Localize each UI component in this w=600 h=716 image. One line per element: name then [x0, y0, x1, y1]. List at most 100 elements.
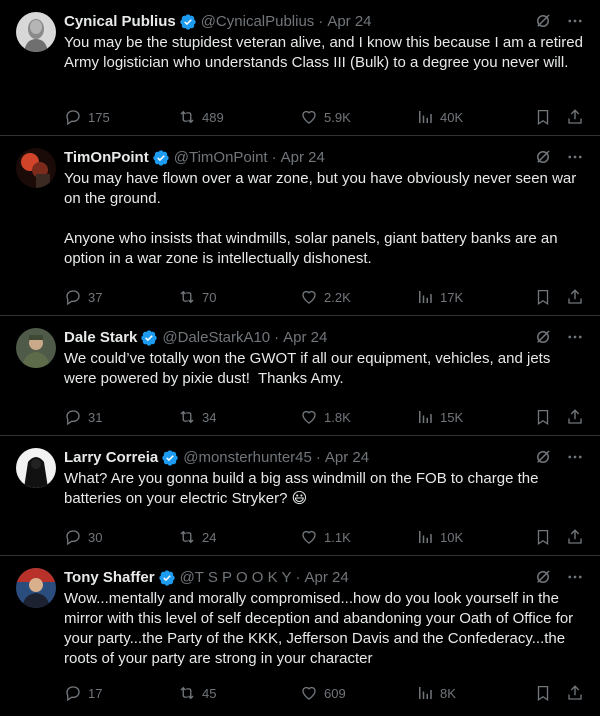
- share-button[interactable]: [566, 528, 584, 546]
- repost-button[interactable]: 489: [178, 108, 224, 126]
- timestamp[interactable]: Apr 24: [305, 568, 349, 588]
- views-button[interactable]: 15K: [416, 408, 463, 426]
- grok-icon[interactable]: [534, 12, 552, 30]
- tweet-text: We could’ve totally won the GWOT if all …: [64, 350, 555, 387]
- verified-badge-icon: [140, 329, 158, 347]
- share-button[interactable]: [566, 108, 584, 126]
- avatar[interactable]: [16, 12, 56, 52]
- like-count: 5.9K: [324, 109, 351, 125]
- bookmark-button[interactable]: [534, 684, 552, 702]
- grok-icon[interactable]: [534, 448, 552, 466]
- like-count: 609: [324, 685, 346, 701]
- grok-icon[interactable]: [534, 568, 552, 586]
- reply-button[interactable]: 17: [64, 684, 102, 702]
- author-name[interactable]: Tony Shaffer: [64, 568, 155, 588]
- reply-icon: [66, 686, 80, 702]
- views-button[interactable]: 40K: [416, 108, 463, 126]
- more-options-icon[interactable]: [566, 448, 584, 466]
- like-button[interactable]: 1.8K: [300, 408, 351, 426]
- bookmark-button[interactable]: [534, 288, 552, 306]
- views-button[interactable]: 8K: [416, 684, 456, 702]
- author-name[interactable]: Cynical Publius: [64, 12, 176, 32]
- author-handle[interactable]: @DaleStarkA10: [162, 328, 270, 348]
- tweet[interactable]: Tony Shaffer @T S P O O K Y · Apr 24 Wow…: [0, 556, 600, 716]
- views-icon: [419, 531, 432, 543]
- view-count: 15K: [440, 409, 464, 425]
- tweet[interactable]: Dale Stark @DaleStarkA10 · Apr 24 We cou…: [0, 316, 600, 436]
- like-count: 1.8K: [324, 409, 351, 425]
- repost-icon: [180, 110, 194, 124]
- grok-icon[interactable]: [534, 328, 552, 346]
- heart-icon: [302, 290, 316, 304]
- grok-icon[interactable]: [534, 148, 552, 166]
- repost-button[interactable]: 24: [178, 528, 216, 546]
- view-count: 10K: [440, 529, 464, 545]
- heart-icon: [302, 110, 316, 124]
- reply-icon: [66, 410, 80, 426]
- author-name[interactable]: TimOnPoint: [64, 148, 149, 168]
- timestamp[interactable]: Apr 24: [327, 12, 371, 32]
- bookmark-button[interactable]: [534, 108, 552, 126]
- tweet[interactable]: Larry Correia @monsterhunter45 · Apr 24 …: [0, 436, 600, 556]
- repost-button[interactable]: 34: [178, 408, 216, 426]
- tweet[interactable]: Cynical Publius @CynicalPublius · Apr 24…: [0, 0, 600, 136]
- reply-icon: [66, 110, 80, 126]
- share-button[interactable]: [566, 408, 584, 426]
- separator-dot: ·: [274, 329, 280, 346]
- views-icon: [419, 411, 432, 423]
- timestamp[interactable]: Apr 24: [325, 448, 369, 468]
- tweet-text: You may have flown over a war zone, but …: [64, 170, 577, 267]
- views-button[interactable]: 17K: [416, 288, 463, 306]
- author-name[interactable]: Dale Stark: [64, 328, 137, 348]
- like-button[interactable]: 1.1K: [300, 528, 351, 546]
- avatar[interactable]: [16, 448, 56, 488]
- views-icon: [419, 111, 432, 123]
- share-icon: [568, 109, 582, 124]
- share-button[interactable]: [566, 288, 584, 306]
- reply-button[interactable]: 37: [64, 288, 102, 306]
- timestamp[interactable]: Apr 24: [283, 328, 327, 348]
- like-button[interactable]: 2.2K: [300, 288, 351, 306]
- repost-icon: [180, 686, 194, 700]
- tweet-text: You may be the stupidest veteran alive, …: [64, 34, 587, 71]
- tweet[interactable]: TimOnPoint @TimOnPoint · Apr 24 You may …: [0, 136, 600, 316]
- tweet-text: What? Are you gonna build a big ass wind…: [64, 470, 543, 507]
- views-icon: [419, 291, 432, 303]
- like-count: 2.2K: [324, 289, 351, 305]
- author-handle[interactable]: @T S P O O K Y: [180, 568, 292, 588]
- more-options-icon[interactable]: [566, 328, 584, 346]
- share-icon: [568, 289, 582, 304]
- avatar[interactable]: [16, 568, 56, 608]
- author-name[interactable]: Larry Correia: [64, 448, 158, 468]
- repost-count: 24: [202, 529, 217, 545]
- reply-button[interactable]: 30: [64, 528, 102, 546]
- bookmark-button[interactable]: [534, 408, 552, 426]
- reply-count: 17: [88, 685, 103, 701]
- more-options-icon[interactable]: [566, 148, 584, 166]
- reply-button[interactable]: 175: [64, 108, 110, 126]
- repost-count: 34: [202, 409, 217, 425]
- views-button[interactable]: 10K: [416, 528, 463, 546]
- verified-badge-icon: [152, 149, 170, 167]
- avatar[interactable]: [16, 148, 56, 188]
- repost-count: 45: [202, 685, 217, 701]
- timestamp[interactable]: Apr 24: [281, 148, 325, 168]
- verified-badge-icon: [158, 569, 176, 587]
- repost-button[interactable]: 45: [178, 684, 216, 702]
- like-button[interactable]: 609: [300, 684, 346, 702]
- bookmark-button[interactable]: [534, 528, 552, 546]
- share-button[interactable]: [566, 684, 584, 702]
- like-count: 1.1K: [324, 529, 351, 545]
- tweet-text: Wow...mentally and morally compromised..…: [64, 590, 578, 667]
- more-options-icon[interactable]: [566, 12, 584, 30]
- more-options-icon[interactable]: [566, 568, 584, 586]
- reply-button[interactable]: 31: [64, 408, 102, 426]
- author-handle[interactable]: @monsterhunter45: [183, 448, 312, 468]
- avatar[interactable]: [16, 328, 56, 368]
- bookmark-icon: [537, 289, 549, 306]
- repost-button[interactable]: 70: [178, 288, 216, 306]
- view-count: 8K: [440, 685, 456, 701]
- author-handle[interactable]: @TimOnPoint: [174, 148, 268, 168]
- like-button[interactable]: 5.9K: [300, 108, 351, 126]
- author-handle[interactable]: @CynicalPublius: [201, 12, 315, 32]
